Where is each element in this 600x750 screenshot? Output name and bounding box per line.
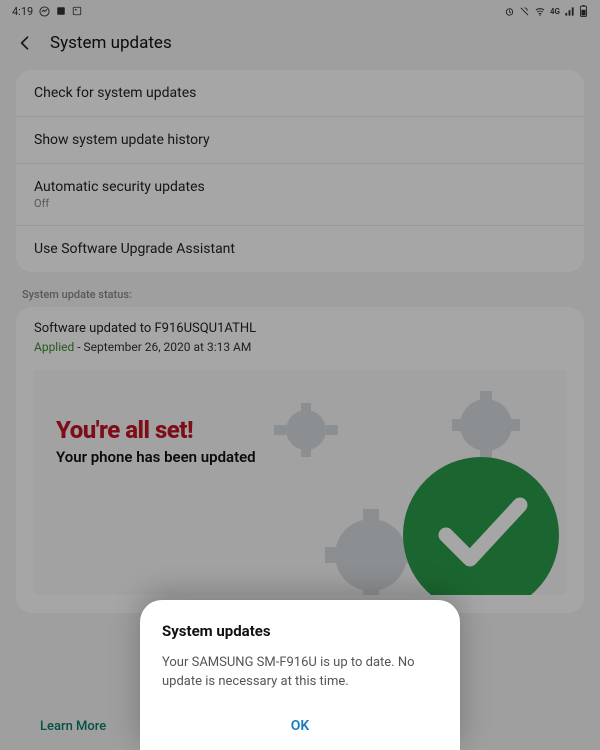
- wifi-icon: [534, 6, 546, 17]
- checkmark-circle: [403, 457, 559, 595]
- status-right: 4G: [504, 5, 588, 17]
- learn-more-link[interactable]: Learn More: [40, 719, 106, 734]
- status-time: 4:19: [12, 5, 33, 18]
- applied-label: Applied: [34, 340, 74, 354]
- gears-graphic: [256, 385, 566, 595]
- vibrate-icon: [519, 6, 530, 17]
- dialog-body: Your SAMSUNG SM-F916U is up to date. No …: [162, 654, 438, 692]
- promo-banner: You're all set! Your phone has been upda…: [34, 370, 566, 595]
- status-card: Software updated to F916USQU1ATHL Applie…: [16, 307, 584, 613]
- menu-sub-value: Off: [34, 197, 566, 210]
- header: System updates: [0, 22, 600, 64]
- status-left: 4:19: [12, 5, 82, 18]
- menu-label: Check for system updates: [34, 85, 566, 101]
- menu-card: Check for system updates Show system upd…: [16, 70, 584, 272]
- menu-check-updates[interactable]: Check for system updates: [16, 70, 584, 117]
- promo-headline: You're all set!: [56, 416, 256, 444]
- page-title: System updates: [50, 33, 172, 53]
- menu-label: Automatic security updates: [34, 179, 566, 195]
- alarm-icon: [504, 6, 515, 17]
- image-icon: [72, 6, 82, 16]
- dialog-title: System updates: [162, 622, 438, 640]
- promo-text: You're all set! Your phone has been upda…: [56, 416, 256, 466]
- promo-subline: Your phone has been updated: [56, 448, 256, 466]
- network-4g-icon: 4G: [550, 7, 560, 16]
- applied-date: - September 26, 2020 at 3:13 AM: [74, 340, 251, 354]
- applied-line: Applied - September 26, 2020 at 3:13 AM: [34, 340, 566, 354]
- update-status-dialog: System updates Your SAMSUNG SM-F916U is …: [140, 600, 460, 750]
- software-version: Software updated to F916USQU1ATHL: [34, 321, 566, 336]
- menu-auto-security[interactable]: Automatic security updates Off: [16, 164, 584, 226]
- messenger-icon: [39, 6, 50, 17]
- menu-label: Show system update history: [34, 132, 566, 148]
- status-bar: 4:19 4G: [0, 0, 600, 22]
- battery-icon: [579, 5, 588, 17]
- menu-label: Use Software Upgrade Assistant: [34, 241, 566, 257]
- menu-update-history[interactable]: Show system update history: [16, 117, 584, 164]
- back-button[interactable]: [14, 32, 36, 54]
- menu-upgrade-assistant[interactable]: Use Software Upgrade Assistant: [16, 226, 584, 272]
- signal-icon: [564, 6, 575, 17]
- badge-icon: [56, 6, 66, 16]
- ok-button[interactable]: OK: [162, 710, 438, 736]
- status-section-label: System update status:: [0, 278, 600, 305]
